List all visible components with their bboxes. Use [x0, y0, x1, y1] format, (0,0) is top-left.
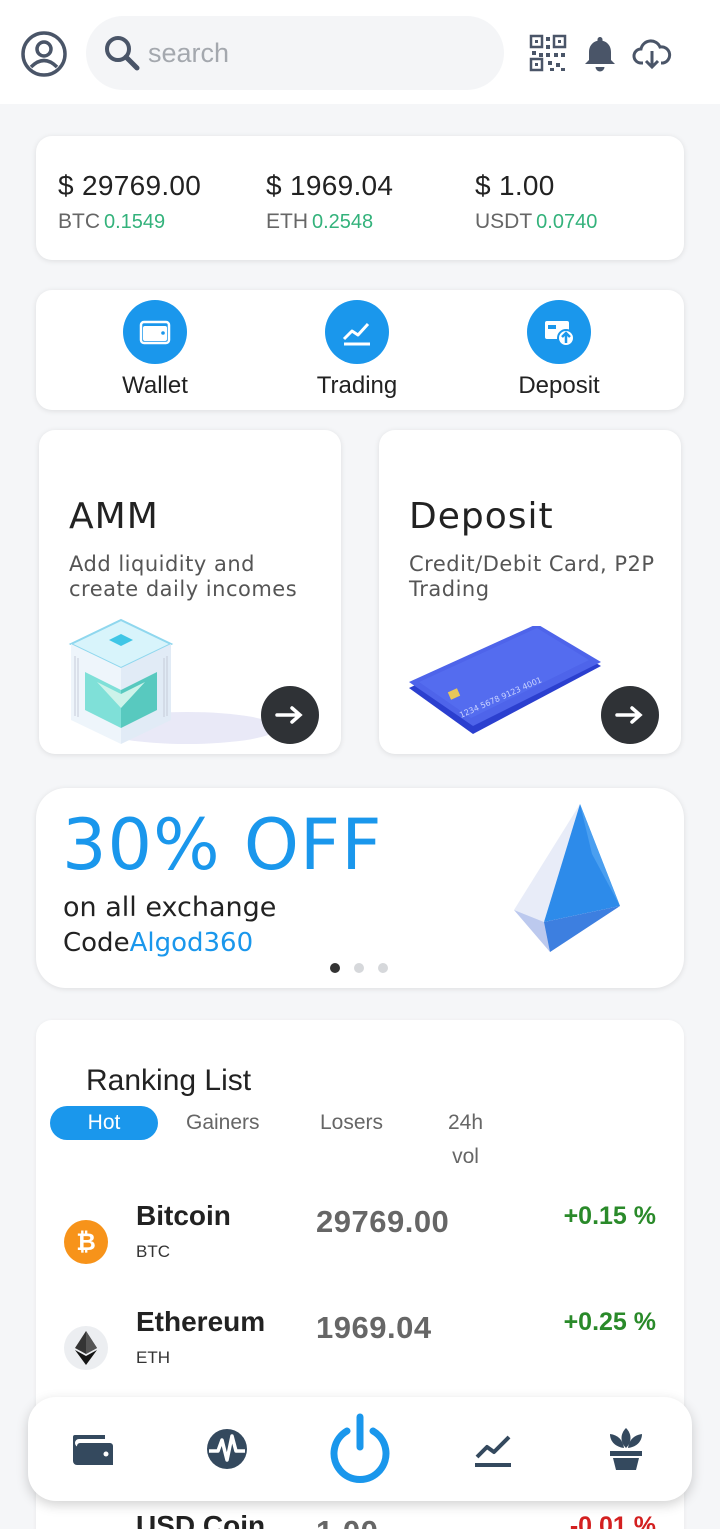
- nav-plant[interactable]: [576, 1397, 676, 1501]
- coin-name: Bitcoin: [136, 1200, 231, 1231]
- notification-bell-icon[interactable]: [580, 33, 620, 73]
- price-change: 0.1549: [104, 211, 166, 233]
- amm-arrow-button[interactable]: [261, 686, 319, 744]
- deposit-arrow-button[interactable]: [601, 686, 659, 744]
- credit-card-illustration: 1234 5678 9123 4001: [409, 626, 601, 734]
- coin-price: 1969.04: [316, 1310, 432, 1345]
- ranking-title: Ranking List: [86, 1064, 252, 1097]
- bottom-navigation: [28, 1397, 692, 1501]
- deposit-action-label: Deposit: [518, 372, 600, 399]
- price-item-eth[interactable]: $ 1969.04 ETH 0.2548: [266, 170, 393, 234]
- price-item-usdt[interactable]: $ 1.00 USDT 0.0740: [475, 170, 597, 234]
- promo-code: Algod360: [129, 928, 254, 958]
- bitcoin-icon: ₿: [64, 1220, 108, 1264]
- price-summary-card: $ 29769.00 BTC 0.1549 $ 1969.04 ETH 0.2548…: [36, 136, 684, 260]
- carousel-dots[interactable]: [330, 963, 388, 973]
- trading-action-button[interactable]: Trading: [277, 300, 437, 400]
- deposit-card[interactable]: Deposit Credit/Debit Card, P2P Trading 1…: [379, 430, 681, 754]
- price-value: $ 1.00: [475, 170, 555, 201]
- quick-actions-card: Wallet Trading Deposit: [36, 290, 684, 410]
- amm-cube-illustration: [68, 618, 277, 744]
- coin-change: +0.25 %: [563, 1308, 656, 1336]
- coin-change: -0.01 %: [569, 1512, 656, 1529]
- carousel-dot-active[interactable]: [330, 963, 340, 973]
- cloud-download-icon[interactable]: [632, 33, 672, 73]
- deposit-action-button[interactable]: Deposit: [479, 300, 639, 400]
- table-row[interactable]: ₿ Bitcoin BTC 29769.00 +0.15 %: [36, 1200, 684, 1290]
- nav-activity[interactable]: [177, 1397, 277, 1501]
- coin-symbol: ETH: [136, 1348, 170, 1367]
- banner-code: CodeAlgod360: [63, 928, 254, 958]
- carousel-dot[interactable]: [354, 963, 364, 973]
- coin-symbol: BTC: [136, 1242, 170, 1261]
- amm-card[interactable]: AMM Add liquidity and create daily incom…: [39, 430, 341, 754]
- trending-chart-icon: [325, 300, 389, 364]
- price-item-btc[interactable]: $ 29769.00 BTC 0.1549: [58, 170, 201, 234]
- price-value: $ 29769.00: [58, 170, 202, 201]
- wallet-action-label: Wallet: [122, 372, 188, 399]
- deposit-card-description: Credit/Debit Card, P2P Trading: [409, 552, 655, 601]
- nav-chart[interactable]: [443, 1397, 543, 1501]
- carousel-dot[interactable]: [378, 963, 388, 973]
- tab-gainers[interactable]: Gainers: [186, 1106, 260, 1140]
- arrow-right-icon: [275, 706, 303, 724]
- wallet-icon: [73, 1435, 113, 1465]
- trading-action-label: Trading: [316, 372, 398, 399]
- wallet-action-button[interactable]: Wallet: [75, 300, 235, 400]
- activity-pulse-icon: [207, 1429, 247, 1469]
- banner-subtitle: on all exchange: [63, 892, 277, 923]
- price-change: 0.0740: [536, 211, 598, 233]
- deposit-upload-icon: [527, 300, 591, 364]
- coin-name: Ethereum: [136, 1306, 266, 1337]
- ethereum-crystal-illustration: [514, 804, 620, 952]
- search-icon: [105, 36, 140, 71]
- search-bar[interactable]: [86, 16, 504, 90]
- price-value: $ 1969.04: [266, 170, 394, 201]
- power-icon: [330, 1413, 390, 1483]
- tab-hot[interactable]: Hot: [50, 1106, 158, 1140]
- search-input[interactable]: [148, 35, 478, 71]
- price-symbol: USDT 0.0740: [475, 210, 598, 233]
- price-symbol: BTC 0.1549: [58, 210, 166, 233]
- arrow-right-icon: [615, 706, 643, 724]
- nav-wallet[interactable]: [44, 1397, 144, 1501]
- price-change: 0.2548: [312, 211, 374, 233]
- qr-scan-icon[interactable]: [528, 33, 568, 73]
- promo-banner[interactable]: 30% OFF on all exchange CodeAlgod360: [36, 788, 684, 988]
- tab-24h-vol[interactable]: 24h vol: [448, 1106, 483, 1168]
- amm-description: Add liquidity and create daily incomes: [69, 552, 298, 601]
- wallet-icon: [123, 300, 187, 364]
- top-bar: [0, 0, 720, 104]
- ethereum-icon: [64, 1326, 108, 1370]
- table-row[interactable]: Ethereum ETH 1969.04 +0.25 %: [36, 1306, 684, 1396]
- user-avatar-icon[interactable]: [20, 30, 68, 78]
- table-row[interactable]: USD Coin 1.00 -0.01 %: [36, 1510, 684, 1529]
- amm-title: AMM: [69, 496, 159, 537]
- banner-headline: 30% OFF: [62, 804, 383, 886]
- nav-power[interactable]: [310, 1397, 410, 1501]
- tab-losers[interactable]: Losers: [320, 1106, 383, 1140]
- plant-pot-icon: [610, 1428, 642, 1470]
- price-symbol: ETH 0.2548: [266, 210, 374, 233]
- chart-trend-icon: [475, 1435, 511, 1467]
- coin-price: 1.00: [316, 1514, 378, 1529]
- coin-name: USD Coin: [136, 1510, 266, 1529]
- deposit-card-title: Deposit: [409, 496, 554, 537]
- coin-change: +0.15 %: [563, 1202, 656, 1230]
- coin-price: 29769.00: [316, 1204, 450, 1239]
